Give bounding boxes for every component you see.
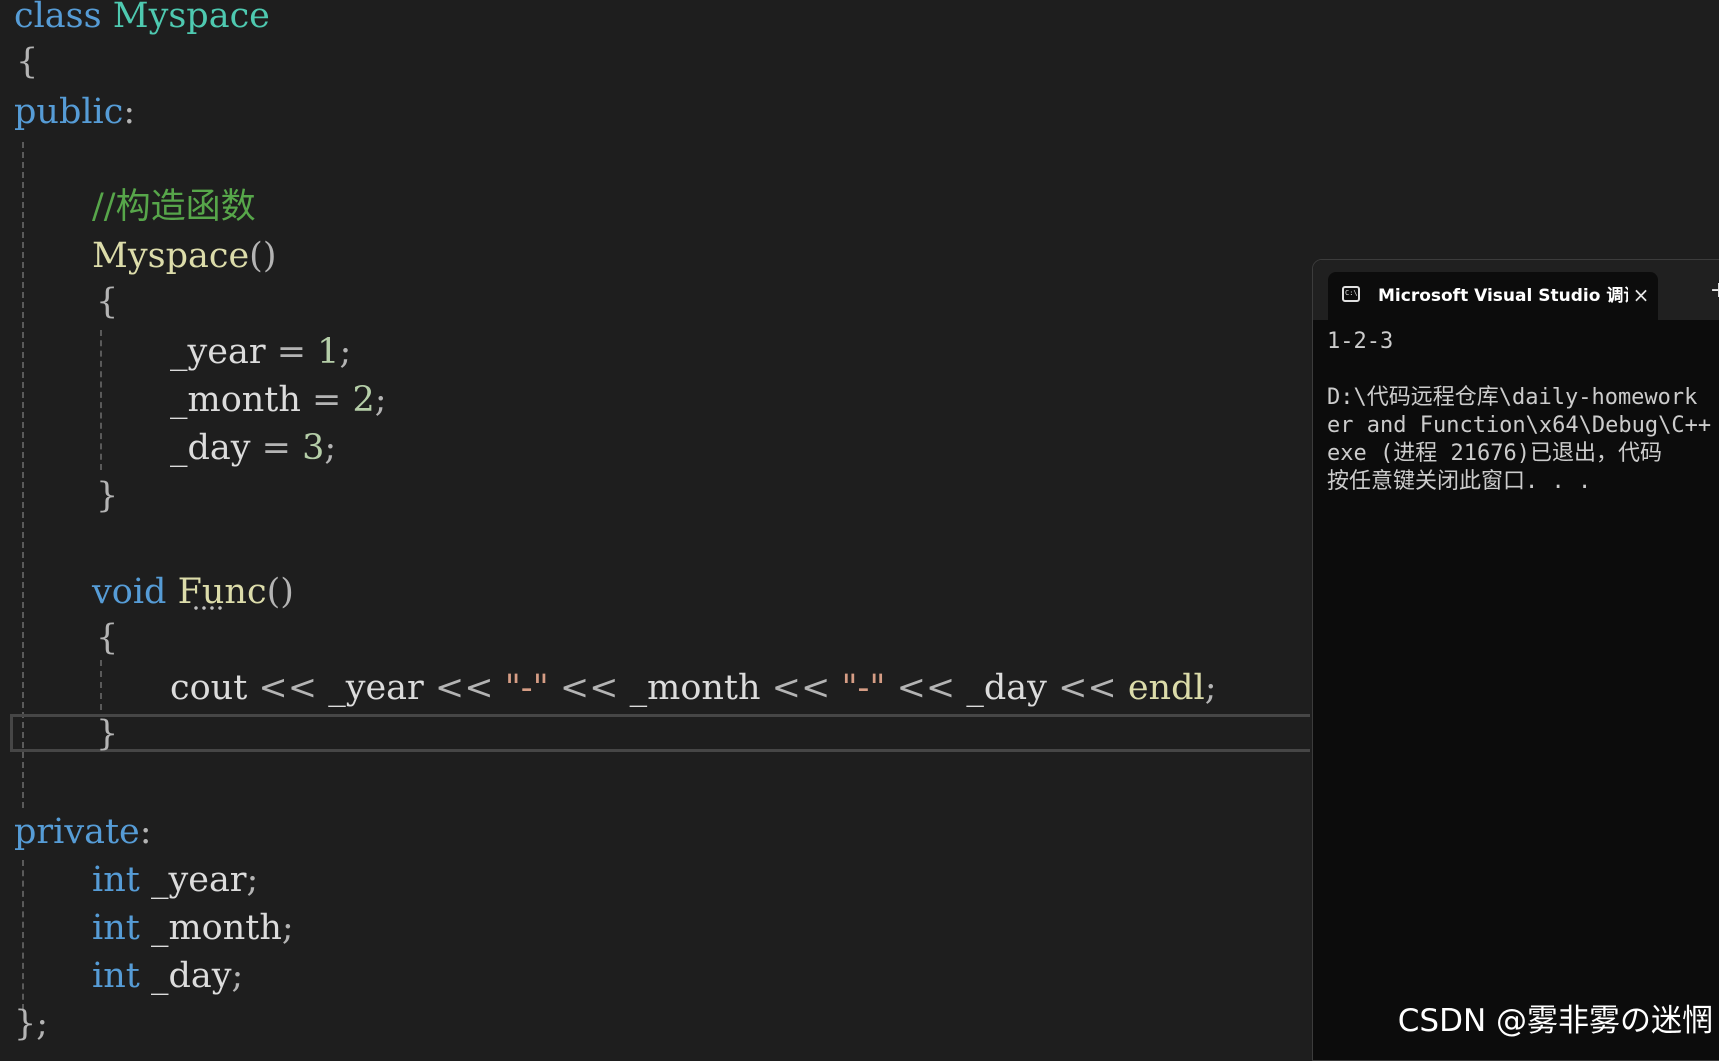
member-variable: _day xyxy=(150,956,232,996)
number: 3 xyxy=(302,428,325,468)
member-variable: _month xyxy=(150,908,282,948)
code-line-17[interactable]: int _month; xyxy=(92,906,294,950)
stream-operator: << xyxy=(423,668,505,708)
semicolon: ; xyxy=(374,380,387,420)
operator: = xyxy=(300,380,353,420)
brace: } xyxy=(14,1004,37,1044)
semicolon: ; xyxy=(231,956,244,996)
variable: _month xyxy=(629,668,761,708)
code-line-19[interactable]: }; xyxy=(14,1002,48,1046)
code-line-6[interactable]: { xyxy=(96,280,118,324)
endl-identifier: endl xyxy=(1127,668,1205,708)
code-line-15[interactable]: private: xyxy=(14,810,152,854)
variable: _year xyxy=(170,332,266,372)
exit-message-line: exe (进程 21676)已退出，代码 xyxy=(1327,441,1662,466)
press-key-prompt: 按任意键关闭此窗口. . . xyxy=(1327,469,1592,494)
code-line-10[interactable]: } xyxy=(96,474,118,518)
brace: { xyxy=(16,42,39,82)
brace: } xyxy=(96,714,119,754)
code-line-8[interactable]: _month = 2; xyxy=(170,378,387,422)
stream-operator: << xyxy=(247,668,329,708)
paren: () xyxy=(249,236,277,276)
access-specifier: public xyxy=(14,92,124,132)
indent-guide-ctor xyxy=(100,330,102,470)
semicolon: ; xyxy=(281,908,294,948)
brace: { xyxy=(96,618,119,658)
class-name: Myspace xyxy=(112,0,270,36)
semicolon: ; xyxy=(246,860,259,900)
current-line-highlight xyxy=(10,714,1310,752)
new-tab-button[interactable]: + xyxy=(1708,278,1719,304)
number: 1 xyxy=(317,332,340,372)
code-line-3[interactable]: public: xyxy=(14,90,135,134)
variable: _day xyxy=(966,668,1047,708)
code-line-16[interactable]: int _year; xyxy=(92,858,258,902)
code-line-12[interactable]: { xyxy=(96,616,118,660)
semicolon: ; xyxy=(1204,668,1217,708)
code-line-18[interactable]: int _day; xyxy=(92,954,243,998)
keyword: class xyxy=(14,0,102,36)
code-line-7[interactable]: _year = 1; xyxy=(170,330,351,374)
indent-guide-func xyxy=(100,660,102,710)
exit-path-line-2: er and Function\x64\Debug\C++ xyxy=(1327,413,1712,438)
stream-operator: << xyxy=(885,668,967,708)
colon: : xyxy=(123,92,136,132)
string-literal: "-" xyxy=(504,668,549,708)
exit-path-line-1: D:\代码远程仓库\daily-homework xyxy=(1327,385,1698,410)
brace: } xyxy=(96,476,119,516)
variable: _year xyxy=(328,668,424,708)
console-output[interactable]: 1-2-3 D:\代码远程仓库\daily-homework er and Func… xyxy=(1327,328,1719,496)
code-line-9[interactable]: _day = 3; xyxy=(170,426,336,470)
console-tab-title: Microsoft Visual Studio 调试控制台 xyxy=(1378,286,1628,306)
type-keyword: int xyxy=(92,956,140,996)
access-specifier: private xyxy=(14,812,140,852)
operator: = xyxy=(250,428,303,468)
code-line-1[interactable]: class Myspace xyxy=(14,0,270,38)
cout-identifier: cout xyxy=(170,668,248,708)
stream-operator: << xyxy=(548,668,630,708)
csdn-watermark: CSDN @雾非雾の迷惘 xyxy=(1397,1003,1713,1039)
stream-operator: << xyxy=(760,668,842,708)
string-literal: "-" xyxy=(841,668,886,708)
number: 2 xyxy=(352,380,375,420)
colon: : xyxy=(139,812,152,852)
close-tab-button[interactable]: × xyxy=(1628,282,1654,308)
code-line-2[interactable]: { xyxy=(16,40,38,84)
code-line-14[interactable]: } xyxy=(96,712,118,756)
paren: () xyxy=(266,572,294,612)
program-output: 1-2-3 xyxy=(1327,329,1394,354)
semicolon: ; xyxy=(339,332,352,372)
stream-operator: << xyxy=(1046,668,1128,708)
comment: //构造函数 xyxy=(92,187,256,227)
operator: = xyxy=(265,332,318,372)
indent-guide-class xyxy=(22,142,24,808)
variable: _day xyxy=(170,428,251,468)
console-title-bar[interactable]: Microsoft Visual Studio 调试控制台 × + xyxy=(1313,260,1719,320)
type-keyword: int xyxy=(92,860,140,900)
debug-console-window[interactable]: Microsoft Visual Studio 调试控制台 × + 1-2-3 D… xyxy=(1312,259,1719,1061)
indent-guide-private xyxy=(22,860,24,1010)
constructor-name: Myspace xyxy=(92,236,250,276)
semicolon: ; xyxy=(36,1004,49,1044)
semicolon: ; xyxy=(324,428,337,468)
code-line-4[interactable]: //构造函数 xyxy=(92,185,256,229)
variable: _month xyxy=(170,380,301,420)
function-name: Func xyxy=(177,572,267,612)
code-line-13[interactable]: cout << _year << "-" << _month << "-" <<… xyxy=(170,666,1217,710)
terminal-icon xyxy=(1342,286,1360,302)
code-line-5[interactable]: Myspace() xyxy=(92,234,276,278)
type-keyword: int xyxy=(92,908,140,948)
code-line-11[interactable]: void Func() xyxy=(92,570,294,614)
member-variable: _year xyxy=(150,860,247,900)
brace: { xyxy=(96,282,119,322)
console-tab[interactable]: Microsoft Visual Studio 调试控制台 × xyxy=(1328,272,1658,320)
keyword: void xyxy=(92,572,167,612)
